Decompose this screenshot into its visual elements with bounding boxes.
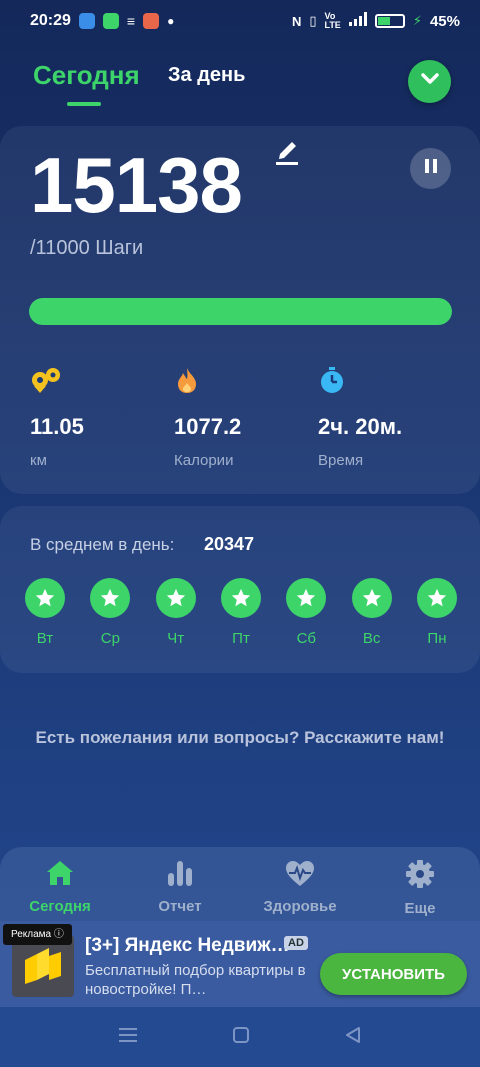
nav-label: Еще bbox=[404, 900, 436, 917]
gear-icon bbox=[405, 859, 435, 894]
day-label: Вт bbox=[36, 630, 54, 647]
day-label: Сб bbox=[296, 630, 317, 647]
pause-button[interactable] bbox=[410, 148, 451, 189]
menu-notification-icon: ≡ bbox=[126, 13, 136, 29]
day-label: Пт bbox=[232, 630, 250, 647]
bottom-nav: Сегодня Отчет Здоровье Еще bbox=[0, 847, 480, 927]
system-nav-bar bbox=[0, 1007, 480, 1067]
stat-distance: 11.05 км bbox=[30, 366, 84, 469]
steps-progress-bar bbox=[29, 298, 452, 325]
star-icon bbox=[286, 578, 327, 618]
star-icon bbox=[351, 578, 392, 618]
vibrate-icon: ▯ bbox=[309, 13, 317, 28]
status-bar: 20:29 ≡ ● N ▯ Vo LTE ⚡ 45% bbox=[0, 0, 480, 42]
star-icon bbox=[220, 578, 261, 618]
ad-label: Реклама ⓘ bbox=[3, 924, 72, 945]
nav-item-health[interactable]: Здоровье bbox=[240, 847, 360, 927]
chevron-down-icon bbox=[420, 72, 440, 91]
distance-icon bbox=[30, 366, 84, 394]
time-label: Время bbox=[318, 452, 364, 469]
star-icon bbox=[155, 578, 196, 618]
weekly-card: В среднем в день: 20347 Вт Ср Чт Пт Сб В… bbox=[0, 506, 480, 673]
calories-value: 1077.2 bbox=[174, 414, 242, 439]
heart-pulse-icon bbox=[284, 859, 316, 892]
app-notification-icon bbox=[102, 13, 119, 29]
nav-item-report[interactable]: Отчет bbox=[120, 847, 240, 927]
day-label: Вс bbox=[362, 630, 381, 647]
dot-icon: ● bbox=[167, 14, 175, 28]
day-label: Ср bbox=[100, 630, 120, 647]
distance-value: 11.05 bbox=[30, 414, 84, 439]
tab-today[interactable]: Сегодня bbox=[33, 60, 140, 91]
star-icon bbox=[416, 578, 457, 618]
status-time: 20:29 bbox=[30, 12, 71, 29]
header: Сегодня За день bbox=[0, 52, 480, 122]
app-notification-icon bbox=[143, 13, 160, 29]
app-notification-icon bbox=[78, 13, 95, 29]
day-label: Чт bbox=[167, 630, 185, 647]
nfc-icon: N bbox=[291, 13, 302, 29]
home-icon bbox=[45, 859, 75, 892]
time-value: 2ч. 20м. bbox=[318, 414, 403, 439]
home-button-icon[interactable] bbox=[232, 1026, 250, 1049]
steps-card: 15138 /11000 Шаги 11.05 км 1077.2 Калори… bbox=[0, 126, 480, 494]
charging-icon: ⚡ bbox=[412, 13, 422, 28]
steps-goal: /11000 Шаги bbox=[30, 237, 144, 259]
nav-label: Сегодня bbox=[29, 898, 91, 915]
calories-label: Калории bbox=[174, 452, 234, 469]
edit-icon[interactable] bbox=[274, 138, 300, 171]
stat-time: 2ч. 20м. Время bbox=[318, 366, 402, 469]
day-label: Пн bbox=[427, 630, 447, 647]
star-icon bbox=[90, 578, 131, 618]
nav-item-today[interactable]: Сегодня bbox=[0, 847, 120, 927]
tab-indicator bbox=[67, 102, 101, 106]
ad-title: [3+] Яндекс Недвиж… bbox=[85, 935, 290, 956]
distance-label: км bbox=[30, 452, 47, 469]
menu-icon[interactable] bbox=[118, 1026, 138, 1049]
daily-average-value: 20347 bbox=[204, 534, 255, 554]
week-days: Вт Ср Чт Пт Сб Вс Пн bbox=[25, 578, 457, 647]
battery-icon bbox=[374, 14, 405, 28]
day-item[interactable]: Чт bbox=[155, 578, 196, 647]
pause-icon bbox=[424, 158, 438, 179]
day-item[interactable]: Ср bbox=[90, 578, 131, 647]
nav-label: Здоровье bbox=[263, 898, 337, 915]
ad-description: Бесплатный подбор квартиры в новостройке… bbox=[85, 962, 306, 998]
star-icon bbox=[25, 578, 65, 618]
volte-icon: Vo LTE bbox=[324, 11, 341, 30]
ad-mark: AD bbox=[284, 936, 308, 950]
stopwatch-icon bbox=[318, 366, 402, 394]
info-icon: ⓘ bbox=[53, 929, 64, 940]
day-item[interactable]: Сб bbox=[286, 578, 327, 647]
tab-day[interactable]: За день bbox=[168, 64, 245, 87]
daily-average-label: В среднем в день: bbox=[30, 535, 175, 554]
day-item[interactable]: Пн bbox=[416, 578, 457, 647]
ad-banner[interactable]: Реклама ⓘ [3+] Яндекс Недвиж… AD Бесплат… bbox=[0, 921, 480, 1007]
nav-item-more[interactable]: Еще bbox=[360, 847, 480, 927]
chart-icon bbox=[165, 859, 195, 892]
day-item[interactable]: Пт bbox=[220, 578, 261, 647]
battery-percent: 45% bbox=[429, 12, 460, 30]
back-icon[interactable] bbox=[344, 1026, 362, 1049]
flame-icon bbox=[174, 366, 241, 394]
stat-calories: 1077.2 Калории bbox=[174, 366, 241, 469]
install-button[interactable]: УСТАНОВИТЬ bbox=[320, 953, 467, 995]
day-item[interactable]: Вт bbox=[25, 578, 65, 647]
nav-label: Отчет bbox=[158, 898, 202, 915]
day-item[interactable]: Вс bbox=[351, 578, 392, 647]
steps-progress-fill bbox=[29, 298, 452, 325]
signal-icon bbox=[348, 12, 367, 30]
dropdown-button[interactable] bbox=[408, 60, 451, 103]
feedback-link[interactable]: Есть пожелания или вопросы? Расскажите н… bbox=[30, 726, 450, 749]
steps-count: 15138 bbox=[30, 141, 243, 229]
